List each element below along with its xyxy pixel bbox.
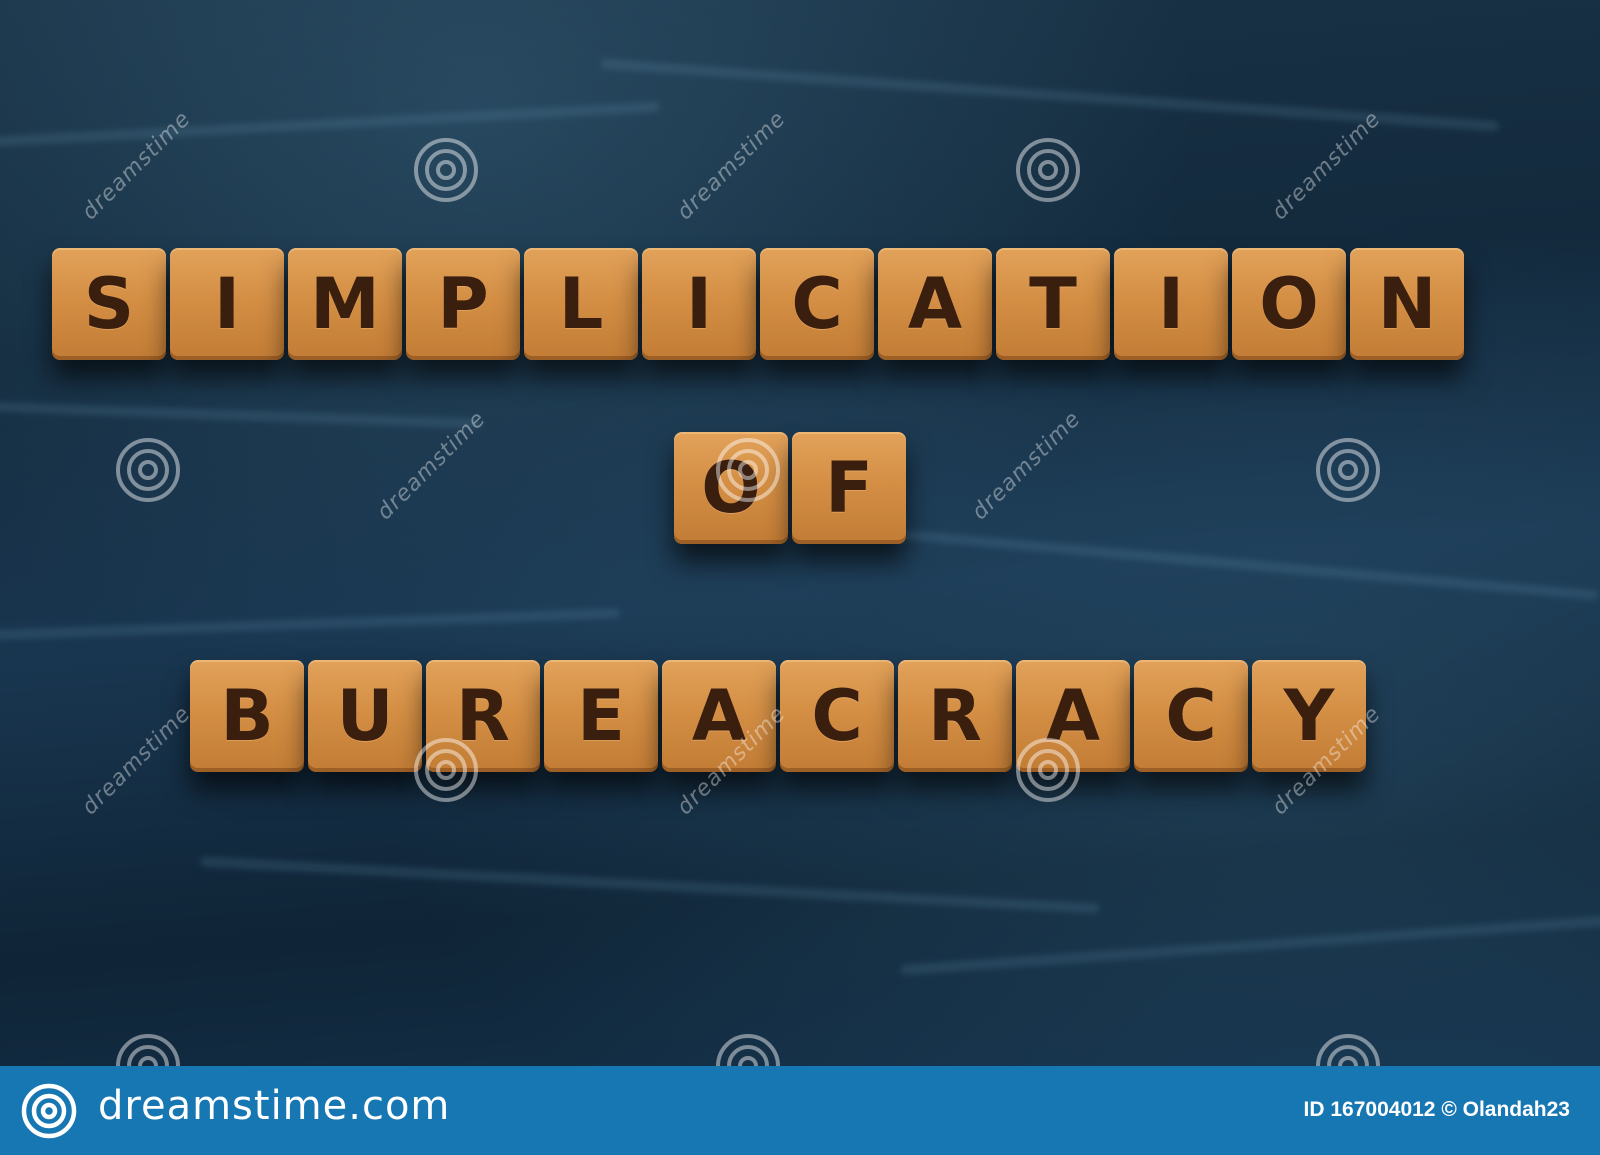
- site-name: dreamstime.com: [98, 1083, 451, 1129]
- letter-cube: T: [996, 248, 1110, 360]
- letter-cube: R: [898, 660, 1012, 772]
- watermark-text: dreamstime: [967, 406, 1086, 525]
- letter-cube: C: [1134, 660, 1248, 772]
- cube-row-of: OF: [674, 432, 906, 544]
- watermark-text: dreamstime: [77, 106, 196, 225]
- watermark-spiral-icon: [716, 1034, 780, 1066]
- letter-cube: C: [780, 660, 894, 772]
- letter-cube: E: [544, 660, 658, 772]
- watermark-spiral-icon: [414, 138, 478, 202]
- letter-cube: A: [878, 248, 992, 360]
- watermark-spiral-icon: [116, 438, 180, 502]
- letter-cube: M: [288, 248, 402, 360]
- watermark-spiral-icon: [1016, 138, 1080, 202]
- watermark-spiral-icon: [414, 738, 478, 802]
- letter-cube: N: [1350, 248, 1464, 360]
- image-credit: ID 167004012 © Olandah23: [1303, 1098, 1570, 1121]
- watermark-text: dreamstime: [672, 106, 791, 225]
- watermark-spiral-icon: [1316, 1034, 1380, 1066]
- watermark-footer-bar: dreamstime.com ID 167004012 © Olandah23: [0, 1066, 1600, 1155]
- letter-cube: B: [190, 660, 304, 772]
- watermark-text: dreamstime: [77, 701, 196, 820]
- letter-cube: O: [1232, 248, 1346, 360]
- letter-cube: P: [406, 248, 520, 360]
- letter-cube: F: [792, 432, 906, 544]
- letter-cube: S: [52, 248, 166, 360]
- watermark-spiral-icon: [1316, 438, 1380, 502]
- cube-row-simplication: SIMPLICATION: [52, 248, 1464, 360]
- watermark-spiral-icon: [716, 438, 780, 502]
- spiral-icon: [21, 1083, 77, 1139]
- letter-cube: I: [1114, 248, 1228, 360]
- letter-cube: L: [524, 248, 638, 360]
- letter-cube: C: [760, 248, 874, 360]
- watermark-spiral-icon: [1016, 738, 1080, 802]
- letter-cube: I: [642, 248, 756, 360]
- letter-cube: I: [170, 248, 284, 360]
- letter-cube: U: [308, 660, 422, 772]
- watermark-spiral-icon: [116, 1034, 180, 1066]
- stock-photo: SIMPLICATION OF BUREACRACY dreamstime dr…: [0, 0, 1600, 1066]
- watermark-text: dreamstime: [1267, 106, 1386, 225]
